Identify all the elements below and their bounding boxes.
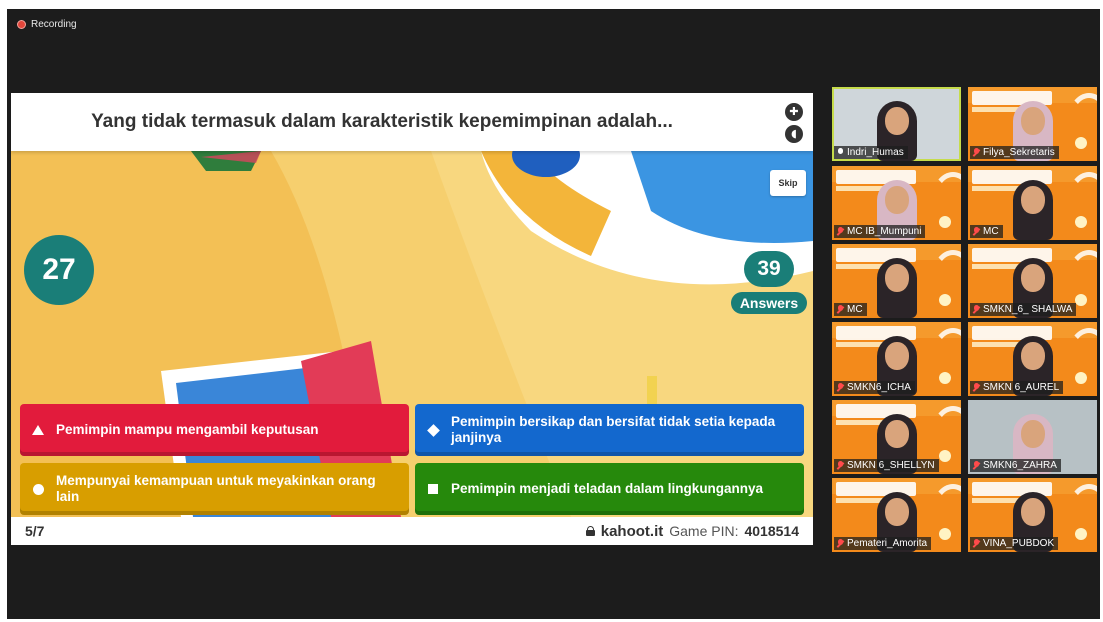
question-bar: Yang tidak termasuk dalam karakteristik … — [11, 93, 813, 151]
question-text: Yang tidak termasuk dalam karakteristik … — [91, 111, 673, 132]
sound-icon[interactable]: ◖ — [785, 125, 803, 143]
lock-icon — [585, 526, 595, 536]
site-name: kahoot.it — [600, 522, 664, 540]
muted-microphone-icon — [973, 148, 980, 157]
game-pin: 4018514 — [744, 523, 799, 539]
muted-microphone-icon — [973, 383, 980, 392]
participant-name-tag: SMKN6_ICHA — [834, 381, 915, 394]
countdown-timer: 27 — [24, 235, 94, 305]
muted-microphone-icon — [973, 305, 980, 314]
participant-video — [1003, 176, 1063, 240]
question-progress: 5/7 — [25, 523, 45, 539]
participant-tile[interactable]: SMKN6_ZAHRA — [968, 400, 1097, 474]
participant-tile[interactable]: Pemateri_Amorita — [832, 478, 961, 552]
participant-tile[interactable]: SMKN 6_AUREL — [968, 322, 1097, 396]
answer-option-triangle[interactable]: Pemimpin mampu mengambil keputusan — [20, 404, 409, 456]
skip-button[interactable]: Skip — [770, 170, 806, 196]
participant-name-tag: MC — [970, 225, 1003, 238]
square-icon — [425, 484, 441, 494]
record-icon — [17, 20, 26, 29]
participant-video — [867, 254, 927, 318]
muted-microphone-icon — [837, 383, 844, 392]
participant-name-tag: VINA_PUBDOK — [970, 537, 1059, 550]
muted-microphone-icon — [973, 461, 980, 470]
kahoot-footer: 5/7 kahoot.it Game PIN: 4018514 — [11, 517, 813, 545]
game-pin-label: Game PIN: — [669, 523, 739, 539]
answer-count: 39 — [744, 251, 794, 287]
microphone-icon — [837, 148, 844, 157]
participant-tile[interactable]: MC — [832, 244, 961, 318]
participant-tile[interactable]: MC IB_Mumpuni — [832, 166, 961, 240]
participant-name-tag: Indri_Humas — [834, 146, 908, 159]
answer-text: Pemimpin menjadi teladan dalam lingkunga… — [451, 481, 764, 496]
circle-icon — [30, 483, 46, 495]
participant-tile[interactable]: SMKN6_ICHA — [832, 322, 961, 396]
answer-option-circle[interactable]: Mempunyai kemampuan untuk meyakinkan ora… — [20, 463, 409, 515]
participant-tile[interactable]: Indri_Humas — [832, 87, 961, 161]
participant-tile[interactable]: SMKN 6_SHELLYN — [832, 400, 961, 474]
fullscreen-icon[interactable]: ✚ — [785, 103, 803, 121]
participant-tile[interactable]: MC — [968, 166, 1097, 240]
participant-name-tag: MC IB_Mumpuni — [834, 225, 926, 238]
game-pin-area: kahoot.it Game PIN: 4018514 — [585, 522, 799, 540]
meeting-window: Recording Yang tidak termasuk dalam kara… — [7, 9, 1100, 619]
triangle-icon — [30, 425, 46, 435]
answer-option-square[interactable]: Pemimpin menjadi teladan dalam lingkunga… — [415, 463, 804, 515]
answer-option-diamond[interactable]: Pemimpin bersikap dan bersifat tidak set… — [415, 404, 804, 456]
participant-name-tag: SMKN6_ZAHRA — [970, 459, 1061, 472]
answer-text: Pemimpin bersikap dan bersifat tidak set… — [451, 414, 776, 445]
muted-microphone-icon — [973, 227, 980, 236]
answers-label: Answers — [731, 292, 807, 314]
answer-text: Pemimpin mampu mengambil keputusan — [56, 422, 319, 437]
recording-label: Recording — [31, 19, 77, 30]
participant-tile[interactable]: Filya_Sekretaris — [968, 87, 1097, 161]
recording-indicator[interactable]: Recording — [17, 19, 77, 30]
muted-microphone-icon — [837, 305, 844, 314]
participant-tile[interactable]: VINA_PUBDOK — [968, 478, 1097, 552]
participant-name-tag: SMKN_6_ SHALWA — [970, 303, 1077, 316]
participant-name-tag: SMKN 6_SHELLYN — [834, 459, 939, 472]
participant-tile[interactable]: SMKN_6_ SHALWA — [968, 244, 1097, 318]
participant-name-tag: MC — [834, 303, 867, 316]
muted-microphone-icon — [837, 227, 844, 236]
muted-microphone-icon — [973, 539, 980, 548]
participant-name-tag: Filya_Sekretaris — [970, 146, 1059, 159]
diamond-icon — [425, 423, 441, 437]
muted-microphone-icon — [837, 539, 844, 548]
participant-name-tag: SMKN 6_AUREL — [970, 381, 1064, 394]
shared-screen: Yang tidak termasuk dalam karakteristik … — [11, 93, 813, 545]
participant-name-tag: Pemateri_Amorita — [834, 537, 932, 550]
muted-microphone-icon — [837, 461, 844, 470]
answer-text: Mempunyai kemampuan untuk meyakinkan ora… — [56, 473, 376, 504]
